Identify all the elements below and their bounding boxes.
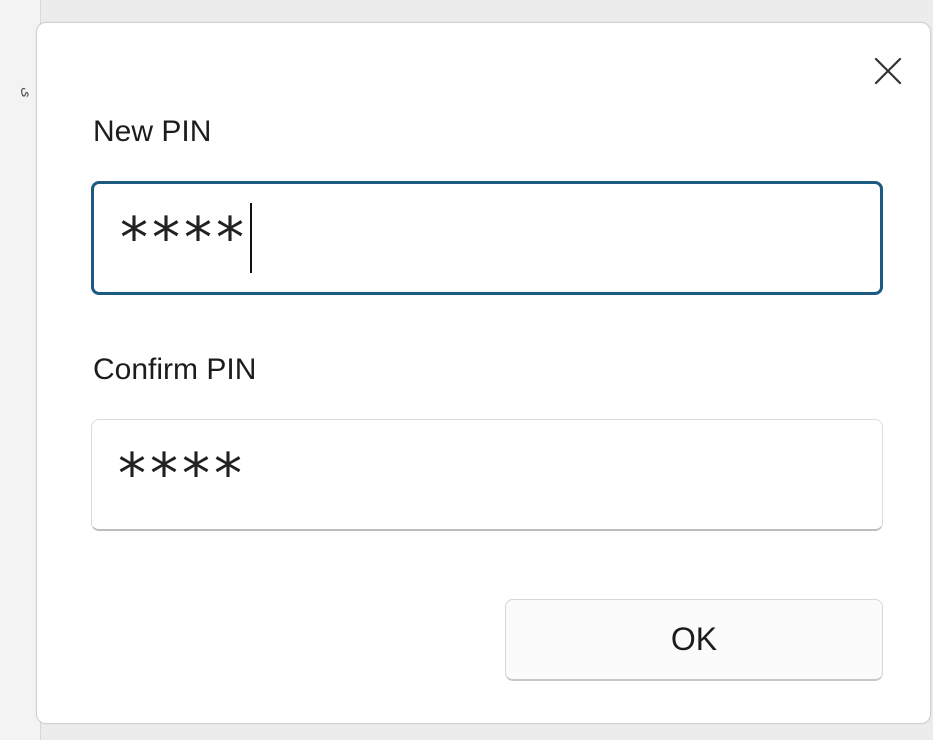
- text-caret: [250, 203, 252, 273]
- ok-button[interactable]: OK: [505, 599, 883, 681]
- background-panel: ى: [0, 0, 41, 740]
- confirm-pin-input[interactable]: ****: [91, 419, 883, 531]
- new-pin-input[interactable]: ****: [91, 181, 883, 295]
- confirm-pin-label: Confirm PIN: [93, 353, 257, 386]
- new-pin-label: New PIN: [93, 115, 212, 148]
- close-icon: [874, 57, 902, 85]
- background-text: ى: [19, 87, 36, 98]
- new-pin-value: ****: [120, 205, 248, 271]
- confirm-pin-value: ****: [118, 442, 246, 507]
- close-button[interactable]: [868, 51, 908, 91]
- change-pin-dialog: New PIN **** Confirm PIN **** OK: [36, 22, 931, 724]
